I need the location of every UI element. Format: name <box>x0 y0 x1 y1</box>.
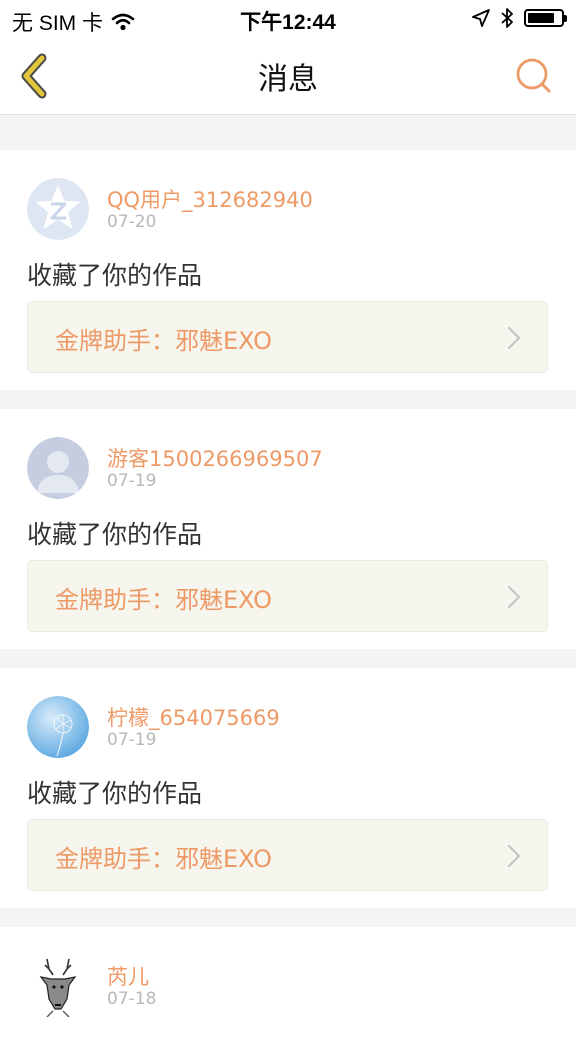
work-link[interactable]: 金牌助手：邪魅EXO <box>27 301 548 373</box>
sky-dandelion-avatar-icon <box>27 696 89 758</box>
avatar[interactable] <box>27 696 89 758</box>
message-card[interactable]: 柠檬_654075669 07-19 收藏了你的作品 金牌助手：邪魅EXO <box>0 668 576 908</box>
avatar[interactable] <box>27 178 89 240</box>
chevron-right-icon <box>507 844 521 868</box>
chevron-right-icon <box>507 326 521 350</box>
username[interactable]: 芮儿 <box>107 961 149 991</box>
username[interactable]: QQ用户_312682940 <box>107 184 313 214</box>
action-text: 收藏了你的作品 <box>27 520 203 549</box>
avatar[interactable] <box>27 955 89 1017</box>
qq-star-avatar-icon <box>27 178 89 240</box>
action-text: 收藏了你的作品 <box>27 779 203 808</box>
navigation-bar: 消息 <box>0 38 576 115</box>
message-date: 07-19 <box>107 471 157 491</box>
message-date: 07-18 <box>107 989 157 1009</box>
work-title: 金牌助手：邪魅EXO <box>55 845 272 873</box>
message-card[interactable]: QQ用户_312682940 07-20 收藏了你的作品 金牌助手：邪魅EXO <box>0 150 576 390</box>
username[interactable]: 柠檬_654075669 <box>107 702 280 732</box>
location-arrow-icon <box>472 9 490 27</box>
bluetooth-icon <box>501 8 513 28</box>
message-card[interactable]: 游客1500266969507 07-19 收藏了你的作品 金牌助手：邪魅EXO <box>0 409 576 649</box>
chevron-right-icon <box>507 585 521 609</box>
status-bar: 无 SIM 卡 下午12:44 <box>0 0 576 38</box>
deer-sketch-avatar-icon <box>27 955 89 1017</box>
page-title: 消息 <box>258 62 318 97</box>
message-date: 07-20 <box>107 212 157 232</box>
work-title: 金牌助手：邪魅EXO <box>55 586 272 614</box>
search-icon[interactable] <box>514 56 554 96</box>
message-date: 07-19 <box>107 730 157 750</box>
work-link[interactable]: 金牌助手：邪魅EXO <box>27 819 548 891</box>
action-text: 收藏了你的作品 <box>27 261 203 290</box>
work-link[interactable]: 金牌助手：邪魅EXO <box>27 560 548 632</box>
username[interactable]: 游客1500266969507 <box>107 443 323 473</box>
work-title: 金牌助手：邪魅EXO <box>55 327 272 355</box>
battery-icon <box>524 9 567 27</box>
status-right <box>472 7 567 29</box>
battery-fill <box>528 13 554 23</box>
default-person-avatar-icon <box>27 437 89 499</box>
avatar[interactable] <box>27 437 89 499</box>
message-card[interactable]: 芮儿 07-18 <box>0 927 576 1047</box>
